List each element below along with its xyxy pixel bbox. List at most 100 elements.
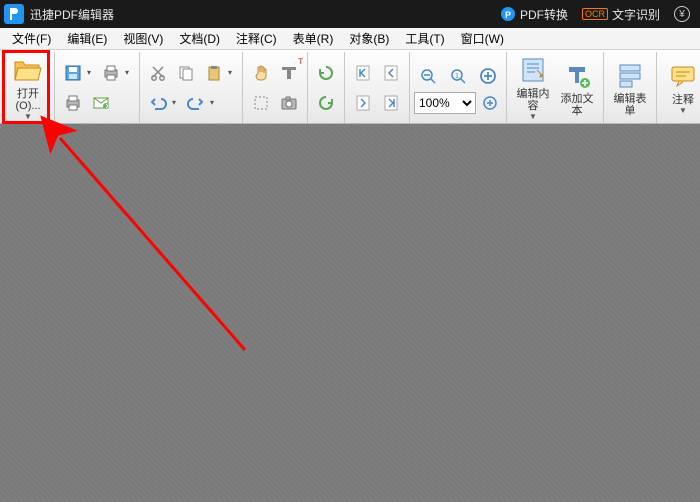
edit-form-label: 编辑表单 [609,93,651,117]
edit-content-label: 编辑内容 [512,88,554,112]
chevron-down-icon[interactable]: ▾ [172,98,182,107]
menu-annotate[interactable]: 注释(C) [228,28,285,49]
toolbar-group-file: ▾ ▾ [55,52,140,123]
folder-open-icon [12,55,44,86]
edit-content-icon [517,55,549,86]
undo-icon [149,94,167,112]
currency-icon[interactable]: ¥ [674,6,690,22]
app-title: 迅捷PDF编辑器 [30,6,114,23]
chevron-down-icon[interactable]: ▾ [125,68,135,77]
rotate-cw-icon [317,94,335,112]
annotate-label: 注释 [672,94,694,106]
menubar: 文件(F) 编辑(E) 视图(V) 文档(D) 注释(C) 表单(R) 对象(B… [0,28,700,50]
chevron-down-icon[interactable]: ▾ [210,98,220,107]
toolbar-group-zoom: 1 100% [410,52,507,123]
menu-object[interactable]: 对象(B) [341,28,397,49]
copy-button[interactable] [173,59,199,87]
zoom-actual-button[interactable]: 1 [445,62,471,90]
cut-icon [149,64,167,82]
menu-window[interactable]: 窗口(W) [453,28,512,49]
zoom-in-button[interactable] [475,62,501,90]
next-page-button[interactable] [350,89,376,117]
zoom-in-icon [479,67,497,85]
document-canvas[interactable] [0,124,700,502]
menu-file[interactable]: 文件(F) [4,28,59,49]
toolbar-group-page-nav [345,52,410,123]
rotate-cw-button[interactable] [313,89,339,117]
email-icon [92,94,110,112]
menu-tool[interactable]: 工具(T) [397,28,452,49]
first-page-icon [354,64,372,82]
text-select-icon [280,64,298,82]
annotate-button[interactable]: 注释 ▼ [661,54,700,122]
chevron-down-icon: ▼ [24,112,32,121]
toolbar-group-edit: 编辑内容 ▼ 添加文本 [507,52,604,123]
toolbar-group-rotate [308,52,345,123]
svg-text:1: 1 [455,73,459,80]
zoom-actual-icon: 1 [449,67,467,85]
chevron-down-icon: ▼ [529,112,537,121]
chevron-down-icon[interactable]: ▾ [87,68,97,77]
open-button[interactable]: 打开(O)... ▼ [6,54,50,122]
menu-edit[interactable]: 编辑(E) [59,28,115,49]
rotate-ccw-icon [317,64,335,82]
print-menu-button[interactable] [98,59,124,87]
zoom-out-icon [419,67,437,85]
next-page-icon [354,94,372,112]
menu-form[interactable]: 表单(R) [285,28,342,49]
pdf-convert-icon: P [500,6,516,22]
pdf-convert-label: PDF转换 [520,6,568,23]
zoom-in-small-button[interactable] [479,92,501,114]
pdf-convert-button[interactable]: P PDF转换 [500,6,568,23]
last-page-button[interactable] [378,89,404,117]
snapshot-button[interactable] [276,89,302,117]
zoom-select[interactable]: 100% [414,92,476,114]
titlebar: 迅捷PDF编辑器 P PDF转换 OCR 文字识别 ¥ [0,0,700,28]
prev-page-icon [382,64,400,82]
add-text-button[interactable]: 添加文本 [555,54,599,122]
add-text-label: 添加文本 [556,93,598,117]
email-button[interactable] [88,89,114,117]
copy-icon [177,64,195,82]
camera-icon [280,94,298,112]
undo-button[interactable] [145,89,171,117]
rotate-ccw-button[interactable] [313,59,339,87]
hand-tool-button[interactable] [248,59,274,87]
chevron-down-icon: ▼ [679,106,687,115]
chevron-down-icon[interactable]: ▾ [228,68,238,77]
toolbar-group-clipboard: ▾ ▾ ▾ [140,52,243,123]
zoom-in-icon [482,95,498,111]
select-area-button[interactable] [248,89,274,117]
edit-form-icon [614,59,646,91]
edit-form-button[interactable]: 编辑表单 [608,54,652,122]
toolbar-group-annotate: 注释 ▼ [657,52,700,123]
toolbar: 打开(O)... ▼ ▾ ▾ [0,50,700,124]
ocr-badge-icon: OCR [582,8,608,20]
paste-button[interactable] [201,59,227,87]
cut-button[interactable] [145,59,171,87]
toolbar-group-form: 编辑表单 [604,52,657,123]
marquee-icon [252,94,270,112]
ocr-label: 文字识别 [612,6,660,23]
printer-icon [64,94,82,112]
add-text-icon [561,59,593,91]
zoom-out-button[interactable] [415,62,441,90]
open-label: 打开(O)... [7,88,49,112]
menu-document[interactable]: 文档(D) [171,28,228,49]
hand-icon [252,64,270,82]
prev-page-button[interactable] [378,59,404,87]
print-button[interactable] [60,89,86,117]
toolbar-group-open: 打开(O)... ▼ [2,52,55,123]
save-button[interactable] [60,59,86,87]
redo-icon [187,94,205,112]
first-page-button[interactable] [350,59,376,87]
save-icon [64,64,82,82]
redo-button[interactable] [183,89,209,117]
edit-content-button[interactable]: 编辑内容 ▼ [511,54,555,122]
paste-icon [205,64,223,82]
select-text-button[interactable]: T [276,59,302,87]
toolbar-group-view-tools: T [243,52,308,123]
printer-icon [102,64,120,82]
menu-view[interactable]: 视图(V) [115,28,171,49]
ocr-button[interactable]: OCR 文字识别 [582,6,660,23]
